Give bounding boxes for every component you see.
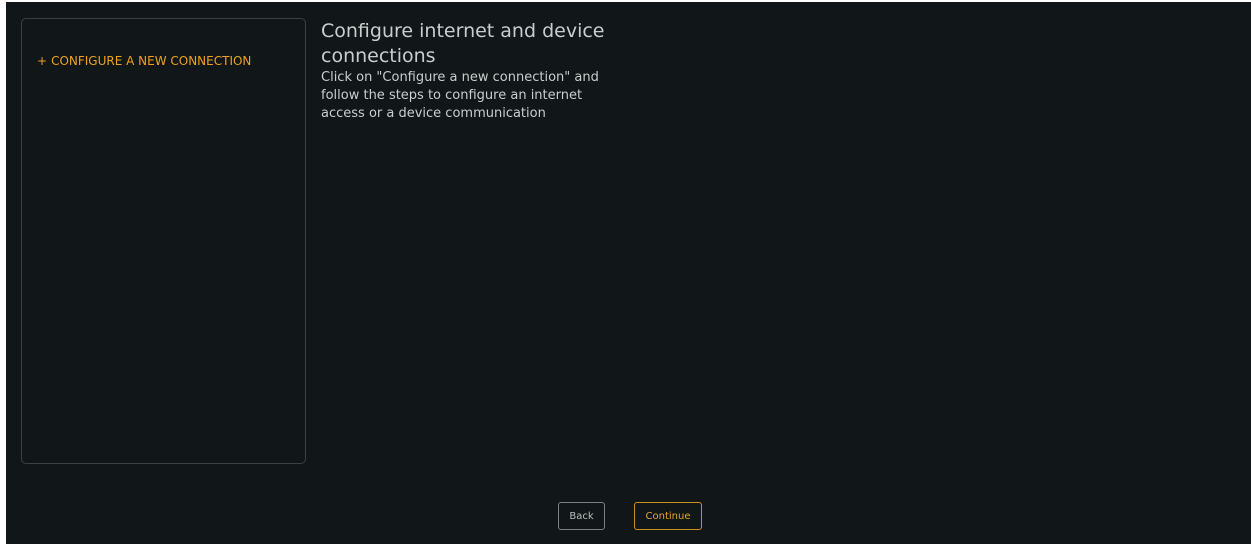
configure-new-connection-label: CONFIGURE A NEW CONNECTION bbox=[51, 54, 252, 68]
plus-icon: + bbox=[37, 54, 48, 68]
page-description: Click on "Configure a new connection" an… bbox=[321, 70, 599, 121]
main-content: Configure internet and device connection… bbox=[321, 19, 621, 123]
configure-new-connection-link[interactable]: + CONFIGURE A NEW CONNECTION bbox=[37, 54, 251, 68]
page-title: Configure internet and device connection… bbox=[321, 20, 605, 67]
app-window: + CONFIGURE A NEW CONNECTION Configure in… bbox=[6, 2, 1251, 544]
connections-panel: + CONFIGURE A NEW CONNECTION bbox=[21, 18, 306, 464]
back-button[interactable]: Back bbox=[558, 502, 605, 530]
continue-button[interactable]: Continue bbox=[634, 502, 702, 530]
